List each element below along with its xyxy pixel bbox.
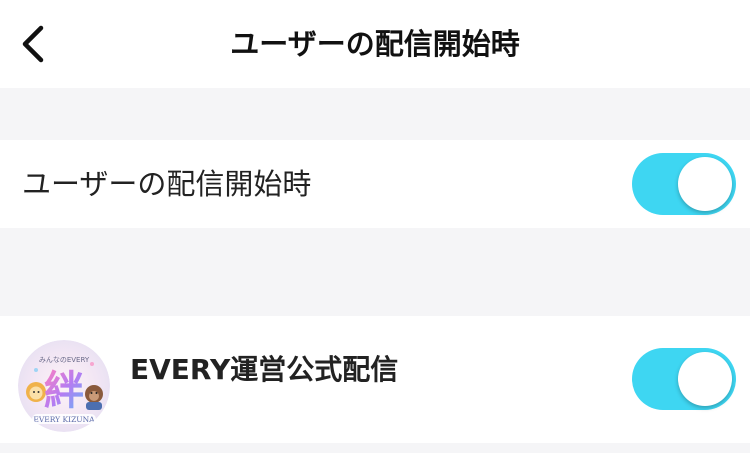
toggle-knob	[678, 352, 732, 406]
channel-notification-toggle[interactable]	[632, 348, 736, 410]
avatar-caption: EVERY KIZUNA	[33, 415, 95, 424]
avatar-image: みんなのEVERY 絆 EVERY KIZUNA	[18, 340, 110, 432]
avatar-kanji: 絆	[44, 368, 84, 414]
user-stream-start-toggle[interactable]	[632, 153, 736, 215]
svg-text:みんなのEVERY: みんなのEVERY	[39, 356, 90, 364]
user-stream-start-label: ユーザーの配信開始時	[22, 167, 312, 201]
chevron-left-icon	[22, 25, 44, 63]
channel-row: みんなのEVERY 絆 EVERY KIZUNA EVERY運営公式配信	[0, 316, 750, 443]
user-stream-start-row: ユーザーの配信開始時	[0, 140, 750, 228]
toggle-knob	[678, 157, 732, 211]
page-title: ユーザーの配信開始時	[230, 27, 520, 61]
channel-avatar: みんなのEVERY 絆 EVERY KIZUNA	[18, 340, 110, 432]
notification-settings-screen: ユーザーの配信開始時 ユーザーの配信開始時 みんなのEVERY 絆 EVERY …	[0, 0, 750, 453]
row-divider	[0, 443, 750, 453]
section-spacer	[0, 88, 750, 140]
back-button[interactable]	[8, 18, 60, 70]
channel-name: EVERY運営公式配信	[130, 353, 399, 386]
section-spacer	[0, 228, 750, 316]
navigation-header: ユーザーの配信開始時	[0, 0, 750, 88]
